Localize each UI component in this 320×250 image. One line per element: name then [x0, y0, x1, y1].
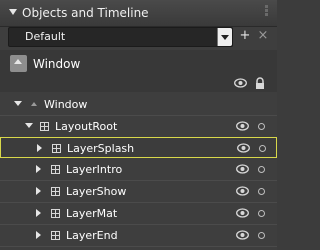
- expand-right-icon[interactable]: [36, 187, 41, 195]
- expand-right-icon[interactable]: [36, 209, 41, 217]
- tree-row-layermat[interactable]: LayerMat: [0, 203, 277, 225]
- eye-icon[interactable]: [236, 208, 249, 218]
- object-tree: Window LayoutRoot LayerSplash LayerIntro: [0, 94, 277, 250]
- grid-icon: [52, 144, 61, 153]
- lock-toggle-dot[interactable]: [258, 188, 265, 195]
- scope-row[interactable]: Window: [0, 50, 277, 92]
- eye-icon[interactable]: [236, 164, 249, 174]
- tree-row-layoutroot[interactable]: LayoutRoot: [0, 116, 277, 138]
- grid-icon: [40, 122, 49, 131]
- expand-right-icon[interactable]: [37, 144, 42, 152]
- panel-title: Objects and Timeline: [22, 6, 149, 20]
- tree-label-window: Window: [44, 98, 88, 111]
- tree-label-layer: LayerEnd: [66, 229, 118, 242]
- expand-right-icon[interactable]: [36, 165, 41, 173]
- window-icon: [31, 102, 37, 106]
- lock-toggle-dot[interactable]: [258, 166, 265, 173]
- eye-icon[interactable]: [236, 186, 249, 196]
- eye-icon[interactable]: [236, 230, 249, 240]
- grid-icon: [51, 231, 60, 240]
- lock-toggle-dot[interactable]: [258, 123, 265, 130]
- lock-toggle-dot[interactable]: [259, 145, 266, 152]
- lock-toggle-dot[interactable]: [258, 232, 265, 239]
- grid-icon: [51, 187, 60, 196]
- eye-icon[interactable]: [237, 143, 250, 153]
- tree-label-layer: LayerMat: [66, 207, 118, 220]
- tree-row-layerintro[interactable]: LayerIntro: [0, 159, 277, 181]
- tree-label-layer: LayerIntro: [66, 163, 123, 176]
- lock-icon[interactable]: [254, 77, 266, 89]
- tree-label-layoutroot: LayoutRoot: [55, 120, 118, 133]
- collapse-triangle-icon[interactable]: [9, 9, 17, 15]
- close-storyboard-button[interactable]: ×: [256, 28, 270, 44]
- tree-row-window[interactable]: Window: [0, 94, 277, 116]
- tree-row-layersplash[interactable]: LayerSplash: [0, 137, 277, 158]
- tree-label-layer: LayerShow: [66, 185, 127, 198]
- tree-row-layershow[interactable]: LayerShow: [0, 181, 277, 203]
- add-storyboard-button[interactable]: +: [238, 28, 252, 44]
- panel-grip-icon[interactable]: [265, 4, 271, 20]
- storyboard-toolbar: Default + ×: [0, 27, 277, 47]
- eye-icon[interactable]: [234, 78, 247, 88]
- chevron-down-icon: [221, 35, 229, 40]
- tree-label-layer: LayerSplash: [67, 142, 135, 155]
- objects-and-timeline-panel: Objects and Timeline Default + × Window …: [0, 0, 277, 250]
- expand-down-icon[interactable]: [14, 101, 22, 106]
- grid-icon: [51, 209, 60, 218]
- scope-up-icon[interactable]: [10, 55, 27, 72]
- dropdown-arrow-button[interactable]: [217, 28, 232, 46]
- lock-toggle-dot[interactable]: [258, 210, 265, 217]
- expand-down-icon[interactable]: [25, 123, 33, 128]
- scope-label: Window: [33, 57, 81, 71]
- eye-icon[interactable]: [236, 121, 249, 131]
- grid-icon: [51, 165, 60, 174]
- expand-right-icon[interactable]: [36, 231, 41, 239]
- storyboard-value: Default: [25, 30, 66, 43]
- tree-row-layerend[interactable]: LayerEnd: [0, 225, 277, 247]
- storyboard-dropdown[interactable]: Default: [8, 27, 233, 47]
- panel-header[interactable]: Objects and Timeline: [0, 0, 277, 27]
